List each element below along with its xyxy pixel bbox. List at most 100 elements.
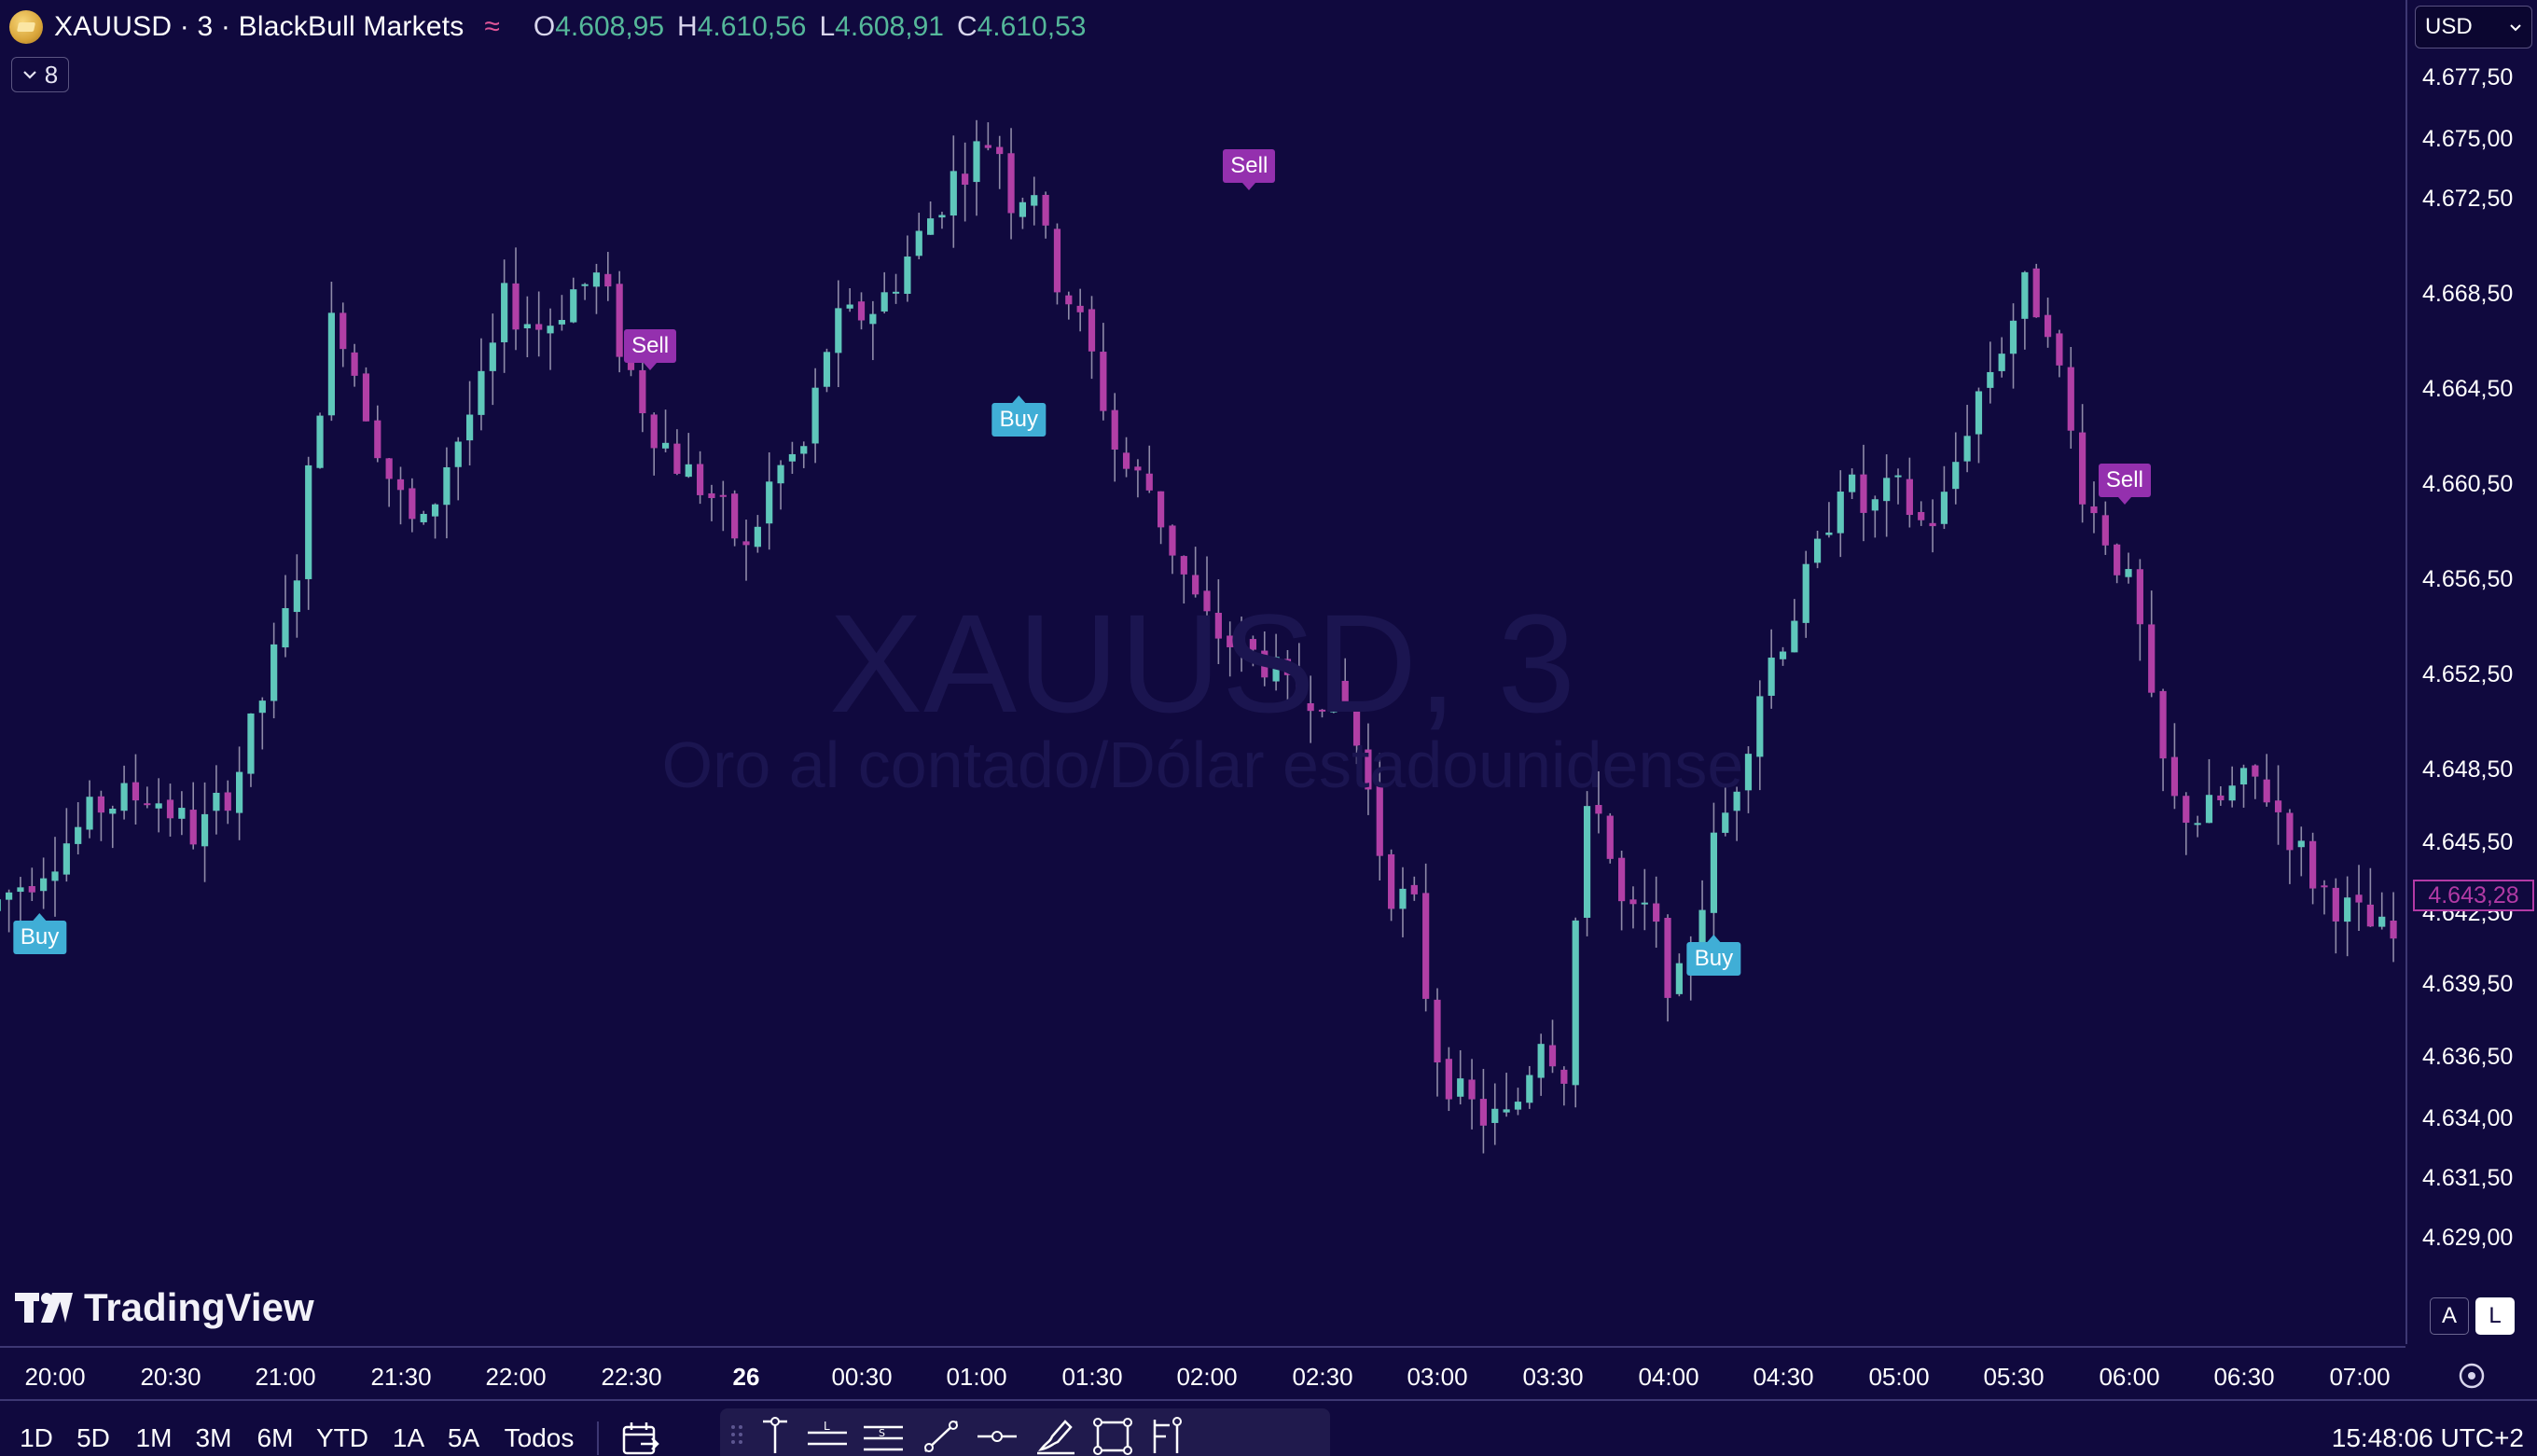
fibonacci-tool-icon[interactable] bbox=[1145, 1414, 1192, 1455]
candle-body-up bbox=[1491, 1108, 1499, 1123]
candle bbox=[777, 460, 784, 510]
axis-settings-icon[interactable] bbox=[2453, 1357, 2490, 1394]
tradingview-logo[interactable]: TradingView bbox=[15, 1285, 314, 1330]
candle-body-up bbox=[1952, 462, 1960, 490]
range-5d-button[interactable]: 5D bbox=[76, 1423, 110, 1453]
price-label: 4.677,50 bbox=[2422, 64, 2514, 90]
range-1d-button[interactable]: 1D bbox=[20, 1423, 53, 1453]
candle-body-down bbox=[1065, 295, 1073, 305]
time-axis[interactable]: 20:00 20:30 21:00 21:30 22:00 22:30 26 0… bbox=[0, 1346, 2405, 1397]
candle-body-down bbox=[1076, 305, 1084, 312]
candle bbox=[1042, 191, 1049, 239]
high-key: H bbox=[677, 11, 698, 42]
trend-line-tool-icon[interactable] bbox=[918, 1414, 964, 1455]
candle-body-down bbox=[374, 420, 381, 459]
range-5a-button[interactable]: 5A bbox=[448, 1423, 479, 1453]
time-label: 06:00 bbox=[2099, 1363, 2160, 1391]
candle bbox=[409, 478, 416, 533]
time-label: 03:30 bbox=[1522, 1363, 1584, 1391]
price-label: 4.668,50 bbox=[2422, 281, 2514, 307]
candle bbox=[2090, 481, 2098, 534]
candle-body-up bbox=[892, 291, 900, 294]
calendar-goto-icon[interactable] bbox=[620, 1420, 661, 1456]
candle-body-up bbox=[1710, 832, 1718, 913]
candle-body-up bbox=[1894, 475, 1902, 478]
candle bbox=[2344, 876, 2351, 957]
candle-body-down bbox=[996, 146, 1004, 155]
candle-body-up bbox=[811, 387, 819, 444]
candle bbox=[1076, 288, 1084, 332]
candle-body-down bbox=[2332, 887, 2339, 922]
candle bbox=[1388, 849, 1395, 922]
rectangle-tool-icon[interactable] bbox=[1089, 1414, 1136, 1455]
currency-select[interactable]: USD bbox=[2415, 6, 2532, 49]
vertical-line-tool-icon[interactable] bbox=[752, 1414, 798, 1455]
horizontal-ray-tool-icon[interactable]: S bbox=[860, 1414, 907, 1455]
price-label: 4.639,50 bbox=[2422, 971, 2514, 997]
candle-body-up bbox=[2021, 271, 2029, 319]
log-scale-button[interactable]: L bbox=[2475, 1297, 2515, 1335]
time-label: 04:00 bbox=[1638, 1363, 1699, 1391]
candle-body-down bbox=[1111, 409, 1118, 451]
candle-body-down bbox=[1560, 1069, 1568, 1084]
auto-scale-button[interactable]: A bbox=[2430, 1297, 2469, 1335]
current-price-tag: 4.643,28 bbox=[2413, 880, 2534, 911]
candle bbox=[17, 877, 24, 922]
candle bbox=[1929, 499, 1936, 553]
svg-text:S: S bbox=[879, 1427, 885, 1439]
candle bbox=[1445, 1047, 1452, 1112]
symbol-title[interactable]: XAUUSD · 3 · BlackBull Markets bbox=[54, 11, 464, 43]
candle bbox=[374, 405, 381, 463]
candle-body-up bbox=[443, 466, 451, 506]
candle bbox=[1975, 387, 1983, 464]
candle-body-down bbox=[28, 886, 35, 893]
range-6m-button[interactable]: 6M bbox=[257, 1423, 294, 1453]
candle bbox=[1457, 1050, 1464, 1105]
candle bbox=[800, 441, 808, 468]
candle-body-down bbox=[1122, 452, 1130, 469]
candle-body-up bbox=[788, 453, 797, 462]
range-1a-button[interactable]: 1A bbox=[393, 1423, 424, 1453]
candle-body-down bbox=[673, 443, 681, 474]
sell-signal-label: Sell bbox=[1223, 149, 1276, 191]
range-1m-button[interactable]: 1M bbox=[136, 1423, 173, 1453]
indicators-collapse-button[interactable]: 8 bbox=[11, 57, 69, 92]
price-label: 4.634,00 bbox=[2422, 1105, 2514, 1131]
candle-body-up bbox=[1940, 492, 1948, 524]
range-ytd-button[interactable]: YTD bbox=[316, 1423, 368, 1453]
candle-body-up bbox=[1537, 1044, 1545, 1078]
candle bbox=[454, 437, 462, 501]
candle bbox=[592, 263, 601, 314]
candle-body-up bbox=[109, 808, 117, 814]
candle-body-up bbox=[581, 284, 589, 286]
chevron-down-icon bbox=[22, 71, 36, 79]
candle-body-down bbox=[2321, 885, 2328, 888]
candle bbox=[2056, 329, 2063, 378]
range-3m-button[interactable]: 3M bbox=[196, 1423, 232, 1453]
brush-tool-icon[interactable] bbox=[1032, 1414, 1078, 1455]
candle bbox=[1158, 491, 1165, 545]
candle-body-down bbox=[1169, 525, 1176, 556]
candle-body-up bbox=[305, 465, 312, 579]
candle-body-up bbox=[1837, 492, 1844, 534]
range-all-button[interactable]: Todos bbox=[505, 1423, 575, 1453]
price-axis[interactable]: USD 4.677,50 4.675,00 4.672,50 4.668,50 … bbox=[2405, 0, 2537, 1344]
candle bbox=[1169, 524, 1176, 575]
candle bbox=[915, 213, 922, 259]
candle-body-down bbox=[1618, 857, 1626, 902]
drag-handle-icon[interactable] bbox=[728, 1414, 746, 1455]
open-key: O bbox=[533, 11, 556, 42]
candle-body-up bbox=[1641, 902, 1648, 905]
candle bbox=[1675, 953, 1683, 997]
candle bbox=[547, 308, 554, 370]
candle bbox=[1906, 457, 1913, 528]
candle bbox=[731, 490, 739, 547]
gold-bar-icon bbox=[9, 10, 43, 44]
horizontal-line-tool-icon[interactable]: L bbox=[804, 1414, 851, 1455]
candle-body-up bbox=[950, 171, 957, 216]
candle-body-down bbox=[984, 145, 991, 148]
candle bbox=[1952, 432, 1960, 505]
horizontal-segment-tool-icon[interactable] bbox=[974, 1414, 1020, 1455]
candle bbox=[1894, 468, 1902, 505]
clock[interactable]: 15:48:06 UTC+2 bbox=[2332, 1423, 2524, 1453]
